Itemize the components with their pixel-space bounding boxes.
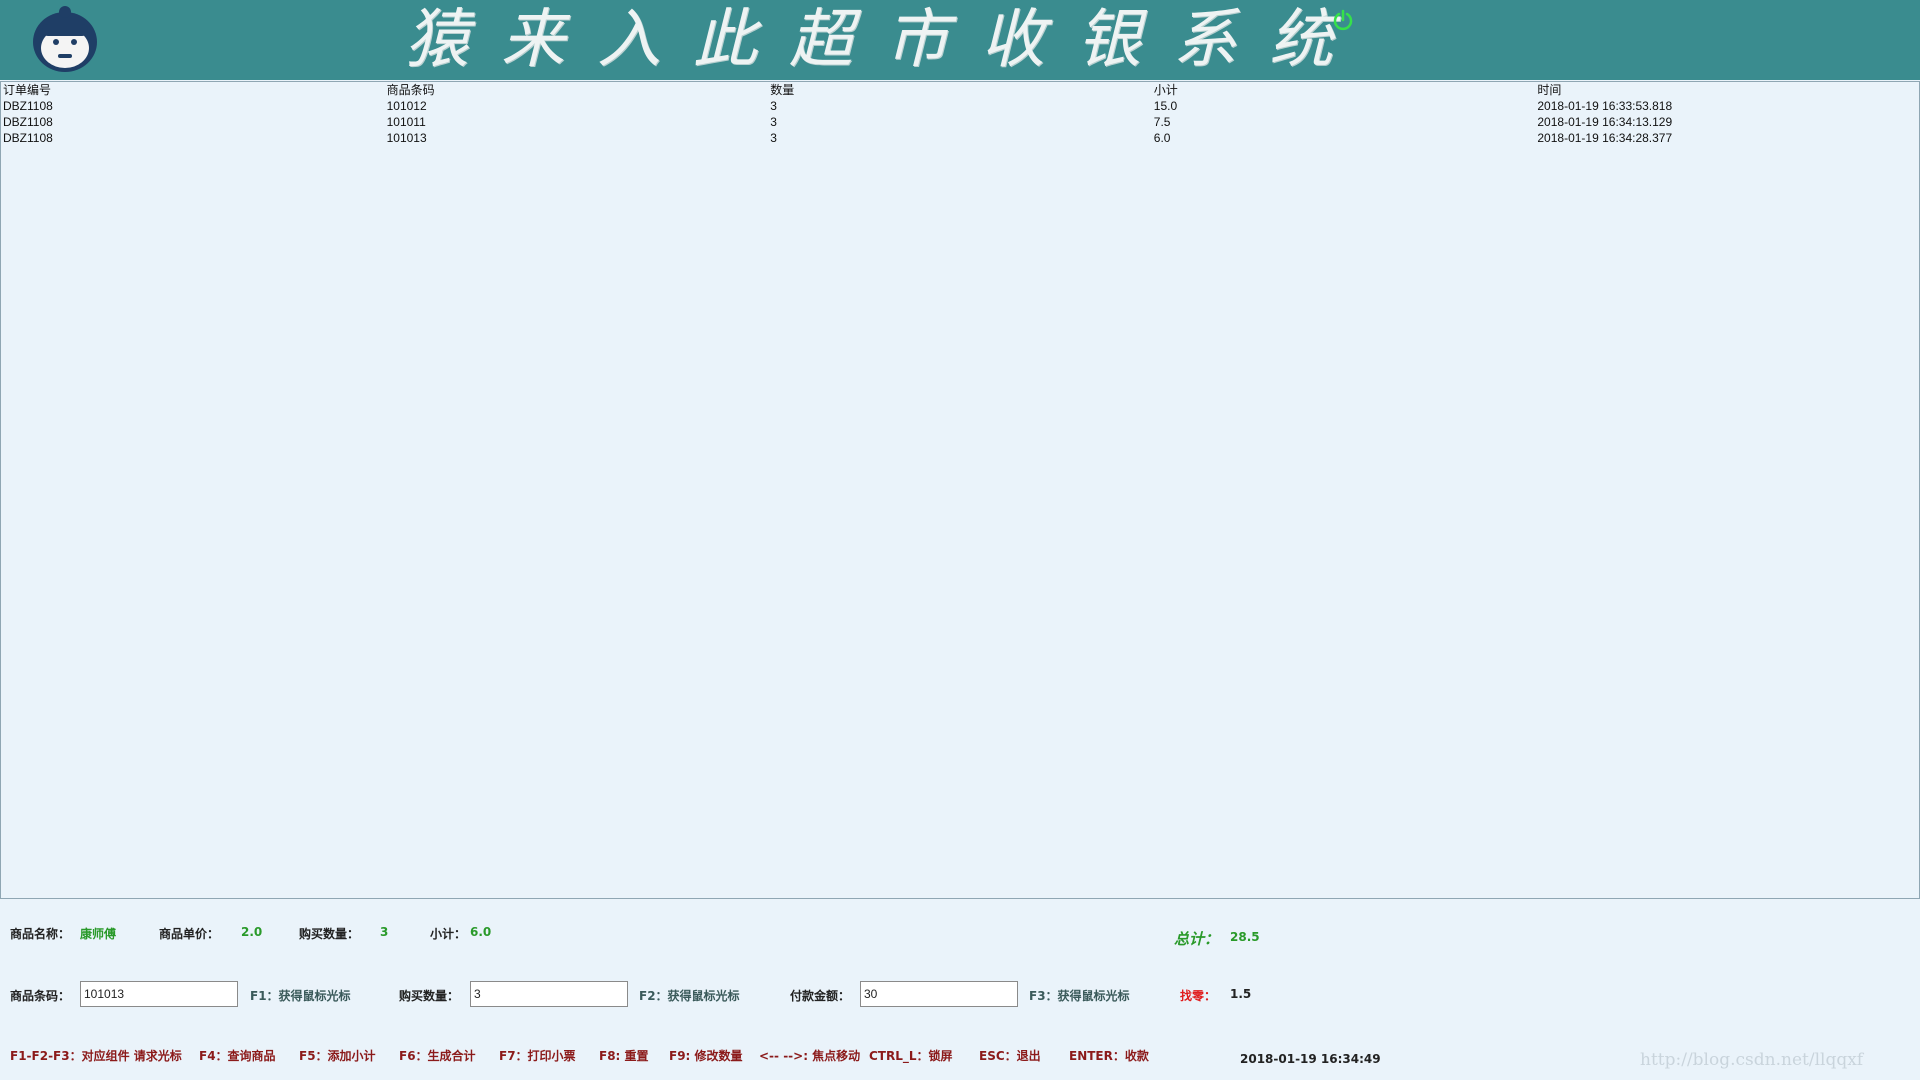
change-label: 找零：	[1180, 989, 1217, 1003]
shortcut-enter: ENTER：收款	[1069, 1049, 1149, 1063]
cell-subtotal: 15.0	[1153, 99, 1178, 113]
table-row[interactable]: DBZ1108 101013 3 6.0 2018-01-19 16:34:28…	[1, 130, 1919, 146]
orders-table-panel[interactable]: 订单编号 商品条码 数量 小计 时间 DBZ1108 101012 3 15.0…	[0, 81, 1920, 899]
cell-barcode: 101012	[386, 99, 427, 113]
change-value: 1.5	[1230, 987, 1252, 1001]
payment-hint: F3：获得鼠标光标	[1029, 989, 1130, 1003]
table-row[interactable]: DBZ1108 101012 3 15.0 2018-01-19 16:33:5…	[1, 98, 1919, 114]
purchase-qty-hint: F2：获得鼠标光标	[639, 989, 740, 1003]
watermark-text: http://blog.csdn.net/llqqxf	[1640, 1050, 1864, 1070]
shortcut-focus-move: <-- -->: 焦点移动	[759, 1049, 861, 1063]
column-header-quantity[interactable]: 数量	[768, 82, 1152, 98]
product-info-row: 商品名称： 康师傅 商品单价： 2.0 购买数量： 3 小计： 6.0 总计： …	[0, 925, 1920, 949]
unit-price-value: 2.0	[241, 925, 263, 939]
subtotal-value: 6.0	[470, 925, 492, 939]
barcode-label: 商品条码：	[10, 989, 71, 1003]
monkey-logo-icon	[33, 6, 97, 72]
cell-barcode: 101011	[386, 115, 426, 129]
cell-subtotal: 6.0	[1153, 131, 1171, 145]
orders-table: 订单编号 商品条码 数量 小计 时间 DBZ1108 101012 3 15.0…	[1, 82, 1919, 146]
total-value: 28.5	[1230, 930, 1260, 944]
shortcut-f7: F7：打印小票	[499, 1049, 576, 1063]
cell-time: 2018-01-19 16:33:53.818	[1537, 99, 1673, 113]
shortcut-f1-f3: F1-F2-F3：对应组件 请求光标	[10, 1049, 182, 1063]
total-label: 总计：	[1174, 930, 1220, 948]
power-icon[interactable]	[1332, 9, 1354, 31]
column-header-barcode[interactable]: 商品条码	[385, 82, 769, 98]
cell-time: 2018-01-19 16:34:13.129	[1537, 115, 1673, 129]
payment-input[interactable]: 30	[860, 981, 1018, 1007]
quantity-value: 3	[380, 925, 389, 939]
cell-order-id: DBZ1108	[3, 115, 53, 129]
cell-order-id: DBZ1108	[3, 131, 53, 145]
barcode-input[interactable]: 101013	[80, 981, 238, 1007]
product-name-label: 商品名称：	[10, 927, 71, 941]
cell-quantity: 3	[770, 115, 777, 129]
product-name-value: 康师傅	[80, 927, 117, 941]
table-row[interactable]: DBZ1108 101011 3 7.5 2018-01-19 16:34:13…	[1, 114, 1919, 130]
subtotal-label: 小计：	[430, 927, 467, 941]
app-header: 猿来入此超市收银系统	[0, 0, 1920, 80]
current-time: 2018-01-19 16:34:49	[1240, 1052, 1381, 1066]
cell-barcode: 101013	[386, 131, 427, 145]
cell-time: 2018-01-19 16:34:28.377	[1537, 131, 1673, 145]
table-header-row: 订单编号 商品条码 数量 小计 时间	[1, 82, 1919, 98]
shortcut-f4: F4：查询商品	[199, 1049, 276, 1063]
payment-label: 付款金额：	[790, 989, 851, 1003]
shortcut-esc: ESC：退出	[979, 1049, 1041, 1063]
shortcut-lock-screen: CTRL_L：锁屏	[869, 1049, 953, 1063]
cell-quantity: 3	[770, 131, 777, 145]
cell-order-id: DBZ1108	[3, 99, 53, 113]
shortcut-bar: F1-F2-F3：对应组件 请求光标 F4：查询商品 F5：添加小计 F6：生成…	[0, 1047, 1920, 1071]
shortcut-f5: F5：添加小计	[299, 1049, 376, 1063]
app-title: 猿来入此超市收银系统	[405, 3, 1365, 77]
barcode-hint: F1：获得鼠标光标	[250, 989, 351, 1003]
shortcut-f8: F8: 重置	[599, 1049, 649, 1063]
column-header-order-id[interactable]: 订单编号	[1, 82, 385, 98]
unit-price-label: 商品单价：	[159, 927, 220, 941]
cell-quantity: 3	[770, 99, 777, 113]
purchase-qty-input[interactable]: 3	[470, 981, 628, 1007]
cell-subtotal: 7.5	[1153, 115, 1171, 129]
column-header-subtotal[interactable]: 小计	[1152, 82, 1536, 98]
input-form-row: 商品条码： 101013 F1：获得鼠标光标 购买数量： 3 F2：获得鼠标光标…	[0, 980, 1920, 1010]
shortcut-f6: F6：生成合计	[399, 1049, 476, 1063]
quantity-label: 购买数量：	[299, 927, 360, 941]
column-header-time[interactable]: 时间	[1535, 82, 1919, 98]
shortcut-f9: F9: 修改数量	[669, 1049, 743, 1063]
purchase-qty-label: 购买数量：	[399, 989, 460, 1003]
